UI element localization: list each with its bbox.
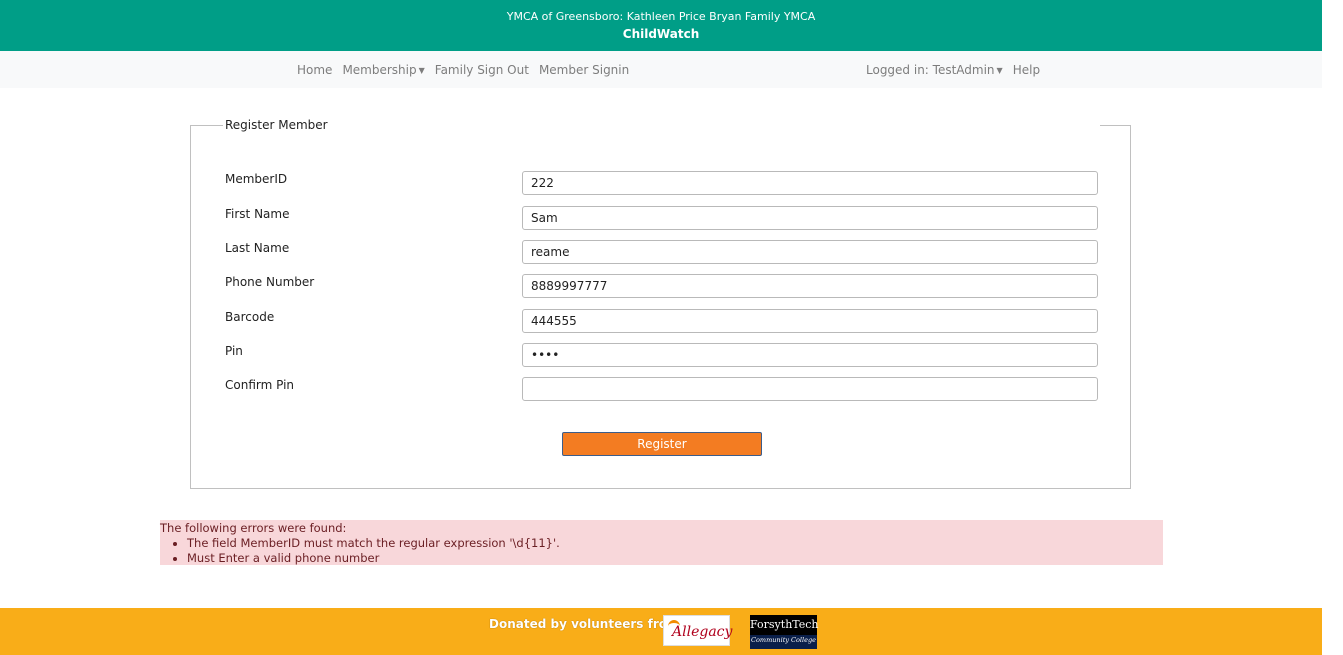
error-item: Must Enter a valid phone number bbox=[187, 551, 560, 566]
memberid-label: MemberID bbox=[225, 172, 288, 186]
help-link[interactable]: Help bbox=[1013, 63, 1040, 77]
register-member-legend: Register Member bbox=[223, 118, 1100, 134]
pin-label: Pin bbox=[225, 344, 243, 358]
barcode-input[interactable] bbox=[522, 309, 1098, 333]
allegacy-logo: Allegacy bbox=[663, 615, 733, 646]
forsyth-tech-logo: ForsythTech Community College bbox=[750, 615, 819, 649]
register-button[interactable]: Register bbox=[562, 432, 762, 456]
allegacy-logo-text: Allegacy bbox=[672, 624, 733, 640]
nav-member-signin-link[interactable]: Member Signin bbox=[539, 63, 629, 77]
memberid-input[interactable] bbox=[522, 171, 1098, 195]
confirm-pin-input[interactable] bbox=[522, 377, 1098, 401]
nav-membership-dropdown[interactable]: Membership ▼ bbox=[342, 63, 424, 77]
last-name-label: Last Name bbox=[225, 241, 290, 255]
caret-down-icon: ▼ bbox=[418, 66, 425, 75]
org-title: YMCA of Greensboro: Kathleen Price Bryan… bbox=[506, 10, 816, 23]
nav-bar: Home Membership ▼ Family Sign Out Member … bbox=[0, 51, 1322, 88]
nav-membership-label: Membership bbox=[342, 63, 417, 77]
phone-number-input[interactable] bbox=[522, 274, 1098, 298]
pin-input[interactable] bbox=[522, 343, 1098, 367]
logged-in-label: Logged in: TestAdmin bbox=[866, 63, 995, 77]
errors-list: The field MemberID must match the regula… bbox=[160, 536, 560, 566]
errors-heading: The following errors were found: bbox=[160, 521, 347, 535]
site-header: YMCA of Greensboro: Kathleen Price Bryan… bbox=[0, 0, 1322, 51]
nav-home-link[interactable]: Home bbox=[297, 63, 332, 77]
caret-down-icon: ▼ bbox=[996, 66, 1003, 75]
forsyth-tech-logo-text: ForsythTech bbox=[750, 615, 819, 635]
first-name-input[interactable] bbox=[522, 206, 1098, 230]
error-item: The field MemberID must match the regula… bbox=[187, 536, 560, 551]
confirm-pin-label: Confirm Pin bbox=[225, 378, 295, 392]
validation-errors: The following errors were found: The fie… bbox=[160, 520, 1163, 565]
forsyth-tech-logo-subtext: Community College bbox=[751, 636, 816, 644]
phone-number-label: Phone Number bbox=[225, 275, 315, 289]
nav-family-sign-out-link[interactable]: Family Sign Out bbox=[435, 63, 529, 77]
donated-text: Donated by volunteers from: bbox=[489, 617, 685, 631]
barcode-label: Barcode bbox=[225, 310, 275, 324]
first-name-label: First Name bbox=[225, 207, 290, 221]
app-title: ChildWatch bbox=[622, 27, 700, 41]
user-dropdown[interactable]: Logged in: TestAdmin ▼ bbox=[866, 63, 1003, 77]
last-name-input[interactable] bbox=[522, 240, 1098, 264]
site-footer: Donated by volunteers from: bbox=[0, 608, 1322, 655]
